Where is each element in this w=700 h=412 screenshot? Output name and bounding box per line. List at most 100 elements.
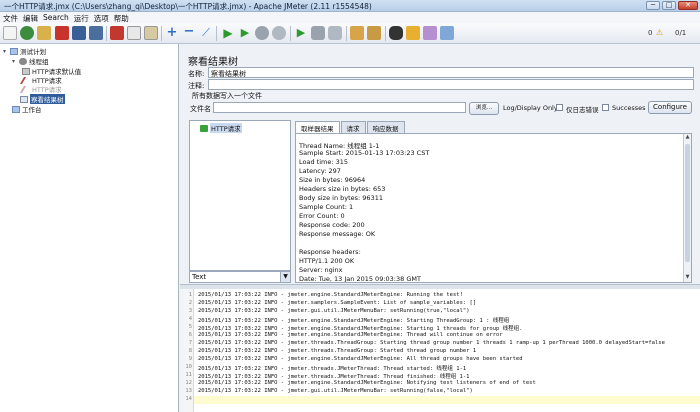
reset-search-icon[interactable] <box>406 26 420 40</box>
stop-icon[interactable] <box>255 26 269 40</box>
collapse-icon[interactable]: ▾ <box>3 48 8 55</box>
browse-button[interactable]: 浏览... <box>469 102 499 115</box>
log-line: 2015/01/13 17:03:22 INFO - jmeter.thread… <box>198 366 467 372</box>
comment-field[interactable] <box>208 79 694 90</box>
result-item[interactable]: HTTP请求 <box>200 123 242 133</box>
detail-line: Sample Count: 1 <box>299 203 354 211</box>
result-tabs: 取样器结果 请求 响应数据 <box>295 121 406 133</box>
toolbar-separator <box>216 26 217 41</box>
log-line: 2015/01/13 17:03:22 INFO - jmeter.engine… <box>198 380 536 386</box>
thread-count: 0/1 <box>675 29 687 37</box>
toolbar-separator <box>161 26 162 41</box>
start-no-pause-icon[interactable]: ▶ <box>238 26 252 40</box>
tree-node-http-request-disabled[interactable]: HTTP请求 <box>19 84 62 94</box>
maximize-button[interactable]: □ <box>662 1 676 10</box>
test-plan-tree: ▾ 测试计划 ▾ 线程组 HTTP请求默认值 HTTP请求 HTTP请求 察看结… <box>0 44 179 412</box>
tree-node-label: 线程组 <box>29 58 49 66</box>
save-icon[interactable] <box>72 26 86 40</box>
minimize-button[interactable]: ─ <box>646 1 660 10</box>
clear-icon[interactable] <box>350 26 364 40</box>
filename-label: 文件名 <box>190 105 211 113</box>
line-number: 4 <box>188 316 192 322</box>
chevron-down-icon[interactable]: ▼ <box>280 272 290 282</box>
warning-count: 0 <box>648 29 653 37</box>
detail-line: Server: nginx <box>299 266 343 274</box>
line-number: 1 <box>188 292 192 298</box>
shutdown-icon[interactable] <box>272 26 286 40</box>
name-label: 名称: <box>188 70 205 78</box>
remote-shutdown-icon[interactable] <box>328 26 342 40</box>
tab-response-data[interactable]: 响应数据 <box>366 121 405 133</box>
detail-line: Headers size in bytes: 653 <box>299 185 386 193</box>
menu-edit[interactable]: 编辑 <box>23 12 43 23</box>
toolbar: + − ⟋ ▶ ▶ ▶ 0 ⚠ 0/1 <box>0 23 700 44</box>
menu-help[interactable]: 帮助 <box>114 12 134 23</box>
tree-node-results-tree[interactable]: 察看结果树 <box>20 94 65 104</box>
detail-line: Sample Start: 2015-01-13 17:03:23 CST <box>299 149 430 157</box>
open-icon[interactable] <box>37 26 51 40</box>
detail-line: Size in bytes: 96964 <box>299 176 366 184</box>
clear-all-icon[interactable] <box>367 26 381 40</box>
thread-group-icon <box>19 57 27 65</box>
tree-node-workbench[interactable]: 工作台 <box>12 104 42 114</box>
scroll-up-icon[interactable]: ▲ <box>684 134 691 142</box>
save-as-icon[interactable] <box>89 26 103 40</box>
menu-options[interactable]: 选项 <box>94 12 114 23</box>
copy-icon[interactable] <box>127 26 141 40</box>
line-number: 3 <box>188 308 192 314</box>
close-button[interactable]: ✕ <box>678 1 698 10</box>
tab-request[interactable]: 请求 <box>340 121 366 133</box>
sampler-result-text[interactable]: Thread Name: 线程组 1-1 Sample Start: 2015-… <box>295 133 692 283</box>
log-line: 2015/01/13 17:03:22 INFO - jmeter.engine… <box>198 292 463 298</box>
log-line: 2015/01/13 17:03:22 INFO - jmeter.thread… <box>198 374 470 380</box>
expand-icon[interactable]: + <box>165 26 179 40</box>
tab-sampler-result[interactable]: 取样器结果 <box>295 121 340 133</box>
toolbar-separator <box>385 26 386 41</box>
warning-icon[interactable]: ⚠ <box>656 28 663 37</box>
menu-file[interactable]: 文件 <box>3 12 23 23</box>
help-icon[interactable] <box>440 26 454 40</box>
templates-icon[interactable] <box>20 26 34 40</box>
success-icon <box>200 124 208 132</box>
menu-search[interactable]: Search <box>43 12 74 23</box>
sampler-disabled-icon <box>19 85 33 93</box>
scroll-down-icon[interactable]: ▼ <box>684 274 691 282</box>
detail-line: Latency: 297 <box>299 167 341 175</box>
scroll-thumb[interactable] <box>685 144 690 262</box>
remote-stop-icon[interactable] <box>311 26 325 40</box>
collapse-icon[interactable]: ▾ <box>12 58 17 65</box>
successes-checkbox[interactable] <box>602 104 609 111</box>
function-helper-icon[interactable] <box>423 26 437 40</box>
close-file-icon[interactable] <box>55 26 69 40</box>
collapse-icon[interactable]: − <box>182 25 196 40</box>
cut-icon[interactable] <box>110 26 124 40</box>
log-line: 2015/01/13 17:03:22 INFO - jmeter.engine… <box>198 326 523 332</box>
detail-line: Response code: 200 <box>299 221 365 229</box>
errors-checkbox[interactable] <box>556 104 563 111</box>
log-viewer[interactable]: 1 2 3 4 5 6 7 8 9 10 11 12 13 14 2015/01… <box>180 289 700 412</box>
log-line: 2015/01/13 17:03:22 INFO - jmeter.engine… <box>198 318 510 324</box>
new-icon[interactable] <box>3 26 17 40</box>
workbench-icon <box>12 105 20 113</box>
tree-node-test-plan[interactable]: ▾ 测试计划 <box>3 46 46 56</box>
search-icon[interactable] <box>389 26 403 40</box>
configure-button[interactable]: Configure <box>648 101 692 114</box>
log-line: 2015/01/13 17:03:22 INFO - jmeter.engine… <box>198 332 503 338</box>
toolbar-separator <box>106 26 107 41</box>
log-line: 2015/01/13 17:03:22 INFO - jmeter.gui.ut… <box>198 388 473 394</box>
toggle-icon[interactable]: ⟋ <box>199 26 213 40</box>
errors-label: 仅日志错误 <box>566 106 599 114</box>
tree-node-label: 工作台 <box>22 106 42 114</box>
line-number: 6 <box>188 332 192 338</box>
tree-node-label: 察看结果树 <box>30 94 65 104</box>
tree-node-label: 测试计划 <box>20 48 46 56</box>
filename-input[interactable] <box>213 102 466 113</box>
renderer-select[interactable]: Text ▼ <box>189 271 291 283</box>
tree-node-thread-group[interactable]: ▾ 线程组 <box>12 56 49 66</box>
menu-run[interactable]: 运行 <box>74 12 94 23</box>
detail-scrollbar[interactable]: ▲ ▼ <box>683 134 691 282</box>
start-icon[interactable]: ▶ <box>221 26 235 40</box>
paste-icon[interactable] <box>144 26 158 40</box>
name-field[interactable]: 察看结果树 <box>208 67 694 78</box>
remote-start-icon[interactable]: ▶ <box>294 26 308 40</box>
